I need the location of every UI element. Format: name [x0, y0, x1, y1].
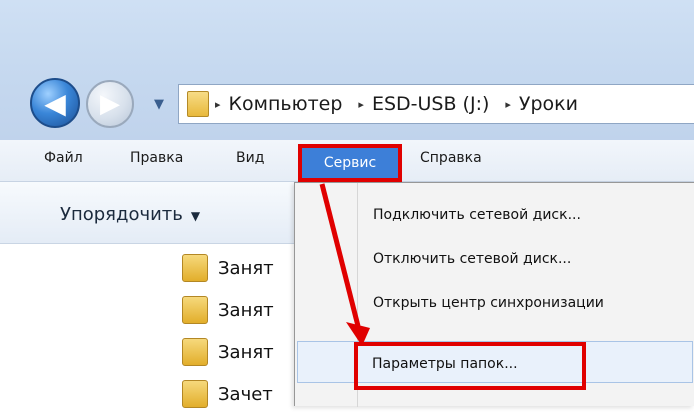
- annotation-arrow-head: [346, 322, 370, 346]
- explorer-window: ◀ ▶ ▼ ▸ Компьютер ▸ ESD-USB (J:) ▸ Уроки…: [0, 0, 694, 408]
- annotation-arrow-icon: [319, 183, 370, 346]
- annotation-arrow-line: [319, 183, 361, 327]
